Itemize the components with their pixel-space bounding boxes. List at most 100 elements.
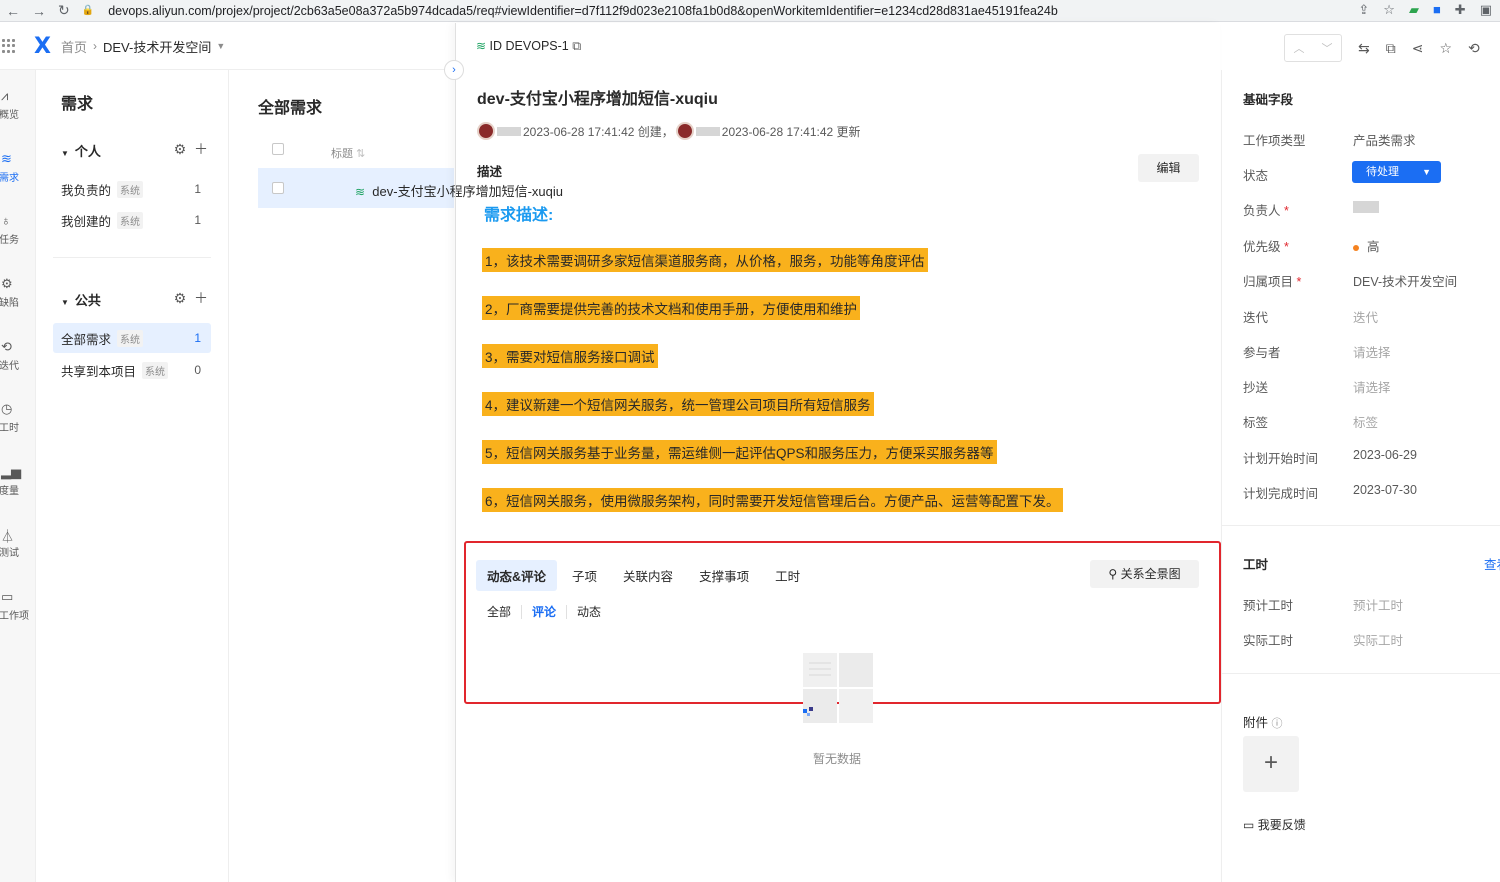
field-label: 计划完成时间 [1243,487,1319,501]
subtab-comments[interactable]: 评论 [532,603,556,620]
group-personal-actions: ⚙ ＋ [174,139,208,159]
convert-icon[interactable]: ⇆ [1358,40,1370,57]
timer-icon: ◷ [1,401,13,416]
chevron-down-icon[interactable]: ▼ [216,41,225,51]
worktime-view-link[interactable]: 查看 [1484,554,1500,573]
avatar [477,122,495,140]
field-type-value[interactable]: 产品类需求 [1353,130,1416,149]
relation-graph-button[interactable]: ⚲ 关系全景图 [1090,560,1199,588]
actual-hours-value[interactable]: 实际工时 [1353,630,1403,649]
nav-item-tasks[interactable]: ♁ 任务 [0,213,36,246]
logo-icon[interactable]: X [34,34,51,59]
chevron-down-icon[interactable]: ﹀ [1322,40,1333,56]
cc-value[interactable]: 请选择 [1353,377,1391,396]
description-line: 2，厂商需要提供完善的技术文档和使用手册，方便使用和维护 [482,296,861,320]
puzzle-icon[interactable]: ✚ [1455,2,1466,18]
sidebar-item-all[interactable]: 全部需求 系统 1 [53,323,211,353]
participants-value[interactable]: 请选择 [1353,342,1391,361]
history-icon[interactable]: ⟲ [1468,40,1480,57]
nav-item-requirements[interactable]: ≋ 需求 [0,151,36,184]
collapse-chevron-icon[interactable]: › [444,60,464,80]
nav-item-bugs[interactable]: ⚙ 缺陷 [0,276,36,309]
tab-worktime[interactable]: 工时 [764,560,811,591]
fields-panel: 基础字段 工作项类型 产品类需求 状态 待处理 ▼ 负责人 * 优先级 * 高 归… [1221,70,1500,882]
app-header: X 首页 › DEV-技术开发空间 ▼ [0,23,454,70]
field-label: 优先级 * [1243,240,1289,254]
share-icon[interactable]: ⇪ [1358,2,1369,18]
tab-related[interactable]: 关联内容 [612,560,684,591]
row-checkbox[interactable] [272,182,284,194]
star-icon[interactable]: ☆ [1439,40,1452,57]
divider [53,257,211,258]
plus-icon[interactable]: ＋ [194,290,208,306]
copy-window-icon[interactable]: ⧉ [1386,40,1396,57]
tab-support[interactable]: 支撑事项 [688,560,760,591]
description-line: 3，需要对短信服务接口调试 [482,344,658,368]
back-icon[interactable]: ← [6,3,20,19]
table-row[interactable]: ≋ dev-支付宝小程序增加短信-xuqiu [258,168,563,208]
tags-value[interactable]: 标签 [1353,412,1378,431]
activity-subtabs: 全部 评论 动态 [487,603,601,620]
group-public[interactable]: ▼ 公共 [61,290,101,309]
edit-button[interactable]: 编辑 [1138,154,1199,182]
plus-icon[interactable]: ＋ [194,141,208,157]
sidebar-item-mine[interactable]: 我负责的 系统 1 [53,174,211,204]
plan-start-value[interactable]: 2023-06-29 [1353,448,1417,462]
group-personal[interactable]: ▼ 个人 [61,141,101,160]
chart-icon: ⩘ [1,88,9,103]
extension-icon[interactable]: ▰ [1409,2,1419,18]
sidebar-item-created[interactable]: 我创建的 系统 1 [53,205,211,235]
settings-icon[interactable]: ⚙ [174,141,187,157]
nav-item-overview[interactable]: ⩘ 概览 [0,88,36,121]
planned-hours-value[interactable]: 预计工时 [1353,595,1403,614]
breadcrumb-space[interactable]: DEV-技术开发空间 [103,37,211,56]
sort-icon[interactable]: ⇅ [356,148,365,160]
requirement-type-icon: ≋ [476,39,487,53]
copy-icon[interactable]: ⧉ [572,39,581,53]
prev-next-control: ︿ ﹀ [1284,34,1342,62]
sprint-value[interactable]: 迭代 [1353,307,1378,326]
nav-item-testing[interactable]: ⏃ 测试 [0,526,36,559]
nav-item-workitems[interactable]: ▭ 工作项 [0,589,36,622]
nav-item-sprints[interactable]: ⟲ 迭代 [0,339,36,372]
requirements-sidebar: 需求 ▼ 个人 ⚙ ＋ 我负责的 系统 1 我创建的 系统 1 ▼ 公共 ⚙ ＋ 全… [37,70,229,882]
add-attachment-button[interactable]: + [1243,736,1299,792]
breadcrumb-home[interactable]: 首页 [61,37,87,56]
project-value[interactable]: DEV-技术开发空间 [1353,271,1457,290]
address-bar[interactable]: devops.aliyun.com/projex/project/2cb63a5… [108,4,1328,18]
avatar [675,122,694,140]
nav-item-worktime[interactable]: ◷ 工时 [0,401,36,434]
bookmark-star-icon[interactable]: ☆ [1383,2,1395,18]
extension-icon[interactable]: ■ [1433,2,1441,18]
select-all-checkbox[interactable] [272,143,284,155]
forward-icon[interactable]: → [32,3,46,19]
workitem-title[interactable]: dev-支付宝小程序增加短信-xuqiu [477,85,718,109]
subtab-activity[interactable]: 动态 [577,603,601,620]
reload-icon[interactable]: ↻ [58,2,70,19]
tab-activity-comments[interactable]: 动态&评论 [476,560,558,591]
field-label: 抄送 [1243,381,1269,395]
feedback-link[interactable]: ▭ 我要反馈 [1243,816,1306,833]
bulb-icon: ♁ [1,213,11,228]
system-tag: 系统 [142,361,169,379]
window-icon[interactable]: ▣ [1480,2,1492,18]
plan-end-value[interactable]: 2023-07-30 [1353,483,1417,497]
nav-item-metrics[interactable]: ▂▅ 度量 [0,464,36,497]
status-dropdown[interactable]: 待处理 ▼ [1352,161,1441,183]
column-header-title[interactable]: 标题 ⇅ [331,145,365,161]
settings-icon[interactable]: ⚙ [174,290,187,306]
chevron-up-icon[interactable]: ︿ [1294,40,1305,56]
item-count: 1 [194,213,201,227]
priority-value[interactable]: 高 [1353,236,1380,255]
help-icon[interactable]: ⓘ [1272,718,1283,730]
subtab-all[interactable]: 全部 [487,603,511,620]
description-line: 6，短信网关服务，使用微服务架构，同时需要开发短信管理后台。方便产品、运营等配置… [482,488,1063,512]
assignee-avatar[interactable] [1353,201,1381,216]
detail-panel: ≋ ID DEVOPS-1 ⧉ dev-支付宝小程序增加短信-xuqiu 202… [455,23,1221,882]
sidebar-item-shared[interactable]: 共享到本项目 系统 0 [53,355,211,385]
bar-chart-icon: ▂▅ [1,464,21,479]
app-grid-icon[interactable] [2,39,16,53]
tab-subitems[interactable]: 子项 [561,560,608,591]
share-icon[interactable]: ⋖ [1412,40,1424,57]
lock-icon: 🔒 [81,5,95,16]
